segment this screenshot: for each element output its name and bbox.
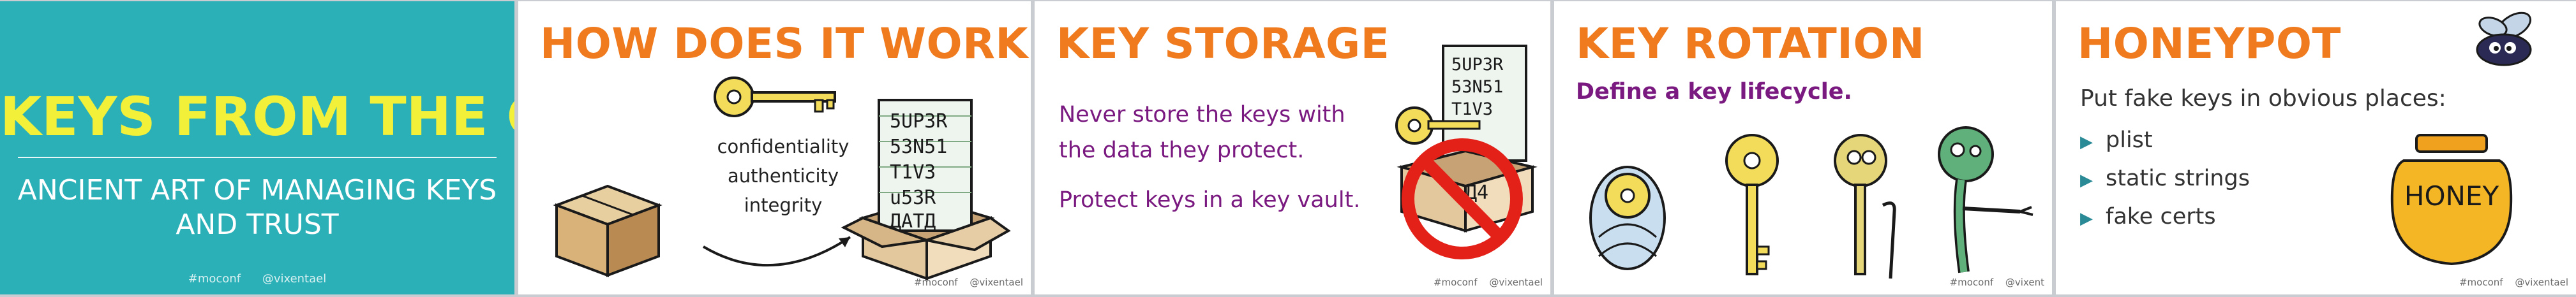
honeypot-list: ▶ plist ▶ static strings ▶ fake certs <box>2080 122 2250 237</box>
word-confidentiality: confidentiality <box>717 136 850 157</box>
paper-text-1: 5UP3R <box>890 110 948 133</box>
handle: @vixent <box>2005 277 2044 288</box>
security-properties: confidentiality authenticity integrity <box>703 132 863 220</box>
paragraph-store-keys: Never store the keys with the data they … <box>1059 97 1391 168</box>
bee-icon <box>2476 11 2532 66</box>
slide-key-storage[interactable]: KEY STORAGE Never store the keys with th… <box>1035 1 1550 294</box>
slide-1-subtitle: ANCIENT ART OF MANAGING KEYS AND TRUST <box>0 173 514 242</box>
paper-text-2: 53N51 <box>890 136 947 158</box>
handle: @vixentael <box>262 272 327 286</box>
slide-title[interactable]: KEYS FROM THE CASTLE ANCIENT ART OF MANA… <box>0 1 514 294</box>
subtitle-line-1: ANCIENT ART OF MANAGING KEYS <box>17 174 497 206</box>
handle: @vixentael <box>970 277 1023 288</box>
paper-text-2: 53N51 <box>1451 77 1503 97</box>
old-key-with-cane-icon <box>1834 134 1896 279</box>
forbidden-box-with-key-icon: 5UP3R 53N51 T1V3 Д4 <box>1395 45 1538 259</box>
triangle-bullet-icon: ▶ <box>2080 171 2093 190</box>
hashtag: #moconf <box>188 272 241 286</box>
paper-text-3: T1V3 <box>1451 99 1493 119</box>
list-item: ▶ static strings <box>2080 166 2250 191</box>
slide-4-subtitle: Define a key lifecycle. <box>1576 79 1852 105</box>
pot-label: HONEY <box>2404 180 2499 212</box>
slide-4-footer: #moconf @vixent <box>1941 277 2044 288</box>
slide-5-title: HONEYPOT <box>2078 19 2341 68</box>
baby-key-icon <box>1589 166 1666 270</box>
word-authenticity: authenticity <box>727 165 839 187</box>
slide-5-footer: #moconf @vixentael <box>2450 277 2568 288</box>
zombie-key-icon <box>1938 126 2033 273</box>
triangle-bullet-icon: ▶ <box>2080 209 2093 228</box>
list-item: ▶ plist <box>2080 127 2153 153</box>
slide-3-footer: #moconf @vixentael <box>1425 277 1543 288</box>
hashtag: #moconf <box>2459 277 2503 288</box>
paragraph-key-vault: Protect keys in a key vault. <box>1059 187 1361 213</box>
slide-2-title: HOW DOES IT WORK? <box>540 19 1031 68</box>
open-box-with-paper-icon: 5UP3R 53N51 T1V3 u53R ДATД <box>841 99 1011 280</box>
slide-1-footer: #moconf @vixentael <box>0 272 514 286</box>
slide-how-does-it-work[interactable]: HOW DOES IT WORK? confidentiality authen… <box>518 1 1031 294</box>
slide-3-title: KEY STORAGE <box>1056 19 1390 68</box>
cardboard-box-icon <box>553 184 663 277</box>
hashtag: #moconf <box>1433 277 1478 288</box>
paper-text-1: 5UP3R <box>1451 55 1504 75</box>
paper-text-3: T1V3 <box>890 161 936 184</box>
slide-honeypot[interactable]: HONEYPOT Put fake keys in obvious places… <box>2056 1 2576 294</box>
slide-strip: KEYS FROM THE CASTLE ANCIENT ART OF MANA… <box>0 0 2576 297</box>
hashtag: #moconf <box>1949 277 1994 288</box>
adult-key-icon <box>1725 134 1779 275</box>
honeypot-intro: Put fake keys in obvious places: <box>2080 85 2446 112</box>
honey-pot-icon: HONEY <box>2390 134 2513 266</box>
list-item: ▶ fake certs <box>2080 204 2216 229</box>
paper-text-4: u53R <box>890 187 936 209</box>
slide-4-title: KEY ROTATION <box>1576 19 1925 68</box>
paragraph-1-line-1: Never store the keys with <box>1059 102 1345 127</box>
slide-key-rotation[interactable]: KEY ROTATION Define a key lifecycle. #mo… <box>1554 1 2052 294</box>
paragraph-1-line-2: the data they protect. <box>1059 138 1305 163</box>
golden-key-icon <box>714 76 836 117</box>
word-integrity: integrity <box>744 194 823 216</box>
title-divider <box>18 157 497 158</box>
curved-arrow-icon <box>702 236 851 267</box>
subtitle-line-2: AND TRUST <box>176 208 339 241</box>
hashtag: #moconf <box>913 277 958 288</box>
slide-2-footer: #moconf @vixentael <box>905 277 1023 288</box>
handle: @vixentael <box>1489 277 1543 288</box>
triangle-bullet-icon: ▶ <box>2080 133 2093 152</box>
handle: @vixentael <box>2515 277 2568 288</box>
key-storage-body: Never store the keys with the data they … <box>1059 97 1391 232</box>
slide-1-title: KEYS FROM THE CASTLE <box>0 85 514 148</box>
